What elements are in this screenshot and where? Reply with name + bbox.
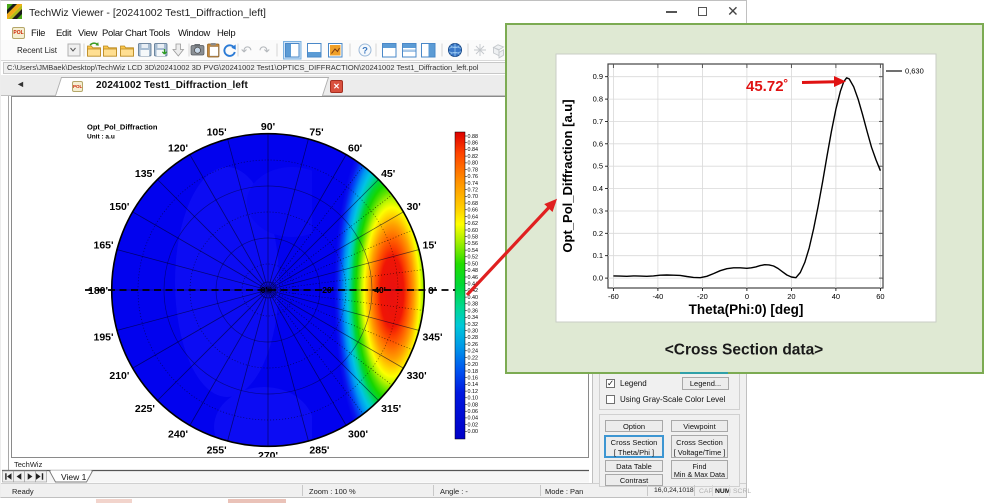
svg-text:330': 330' [407, 370, 427, 382]
svg-text:-20: -20 [697, 292, 708, 301]
svg-text:75': 75' [309, 127, 323, 139]
svg-text:0': 0' [428, 285, 436, 297]
svg-text:0.84: 0.84 [468, 147, 479, 153]
svg-text:0.24: 0.24 [468, 349, 479, 355]
svg-text:0.22: 0.22 [468, 355, 479, 361]
svg-text:0.7: 0.7 [593, 117, 603, 126]
svg-text:0.9: 0.9 [593, 72, 603, 81]
svg-text:270': 270' [258, 450, 278, 457]
svg-text:0.8: 0.8 [593, 95, 603, 104]
svg-text:225': 225' [135, 403, 155, 415]
svg-text:0.14: 0.14 [468, 382, 479, 388]
svg-text:Theta(Phi:0) [deg]: Theta(Phi:0) [deg] [689, 302, 804, 317]
svg-text:210': 210' [109, 370, 129, 382]
svg-text:30': 30' [407, 201, 421, 213]
svg-text:60: 60 [876, 292, 884, 301]
svg-text:0.10: 0.10 [468, 396, 479, 402]
svg-text:180': 180' [88, 285, 108, 297]
svg-text:0.20: 0.20 [468, 362, 479, 368]
svg-text:15': 15' [423, 240, 437, 252]
svg-text:240': 240' [168, 429, 188, 441]
svg-text:0.86: 0.86 [468, 141, 479, 147]
svg-text:345': 345' [423, 331, 443, 343]
svg-text:↶: ↶ [241, 43, 252, 58]
svg-text:315': 315' [381, 403, 401, 415]
svg-text:0.78: 0.78 [468, 167, 479, 173]
svg-text:0.18: 0.18 [468, 369, 479, 375]
svg-text:90': 90' [261, 121, 275, 133]
svg-text:Unit : a.u: Unit : a.u [87, 134, 115, 141]
svg-text:0.82: 0.82 [468, 154, 479, 160]
svg-text:0.28: 0.28 [468, 335, 479, 341]
svg-text:150': 150' [109, 201, 129, 213]
svg-text:45': 45' [381, 168, 395, 180]
svg-text:0.26: 0.26 [468, 342, 479, 348]
svg-text:0.00: 0.00 [468, 429, 479, 435]
svg-text:0.04: 0.04 [468, 416, 479, 422]
svg-text:0.6: 0.6 [593, 139, 603, 148]
svg-text:0.06: 0.06 [468, 409, 479, 415]
svg-text:-40: -40 [652, 292, 663, 301]
svg-text:195': 195' [93, 331, 113, 343]
svg-text:45.72˚: 45.72˚ [746, 78, 789, 95]
svg-text:165': 165' [93, 240, 113, 252]
svg-text:0.12: 0.12 [468, 389, 479, 395]
svg-text:View 1: View 1 [61, 472, 87, 482]
svg-text:Opt_Pol_Diffraction: Opt_Pol_Diffraction [87, 123, 158, 132]
svg-text:?: ? [362, 46, 368, 57]
svg-text:<Cross Section data>: <Cross Section data> [665, 342, 824, 359]
svg-text:135': 135' [135, 168, 155, 180]
svg-text:0.88: 0.88 [468, 134, 479, 140]
svg-text:0.08: 0.08 [468, 402, 479, 408]
svg-text:105': 105' [207, 127, 227, 139]
svg-text:300': 300' [348, 429, 368, 441]
svg-text:↷: ↷ [259, 43, 270, 58]
svg-text:20: 20 [787, 292, 795, 301]
svg-text:0.16: 0.16 [468, 376, 479, 382]
svg-text:285': 285' [309, 445, 329, 457]
svg-text:Recent List: Recent List [17, 46, 58, 55]
svg-text:60': 60' [348, 142, 362, 154]
svg-text:40: 40 [832, 292, 840, 301]
svg-text:120': 120' [168, 142, 188, 154]
svg-text:255': 255' [207, 445, 227, 457]
svg-text:0.02: 0.02 [468, 423, 479, 429]
svg-text:0,630: 0,630 [905, 67, 924, 76]
svg-text:0: 0 [745, 292, 749, 301]
svg-text:0.80: 0.80 [468, 161, 479, 167]
svg-text:0.30: 0.30 [468, 329, 479, 335]
svg-text:0.32: 0.32 [468, 322, 479, 328]
svg-text:0.34: 0.34 [468, 315, 479, 321]
svg-text:0.5: 0.5 [593, 162, 603, 171]
